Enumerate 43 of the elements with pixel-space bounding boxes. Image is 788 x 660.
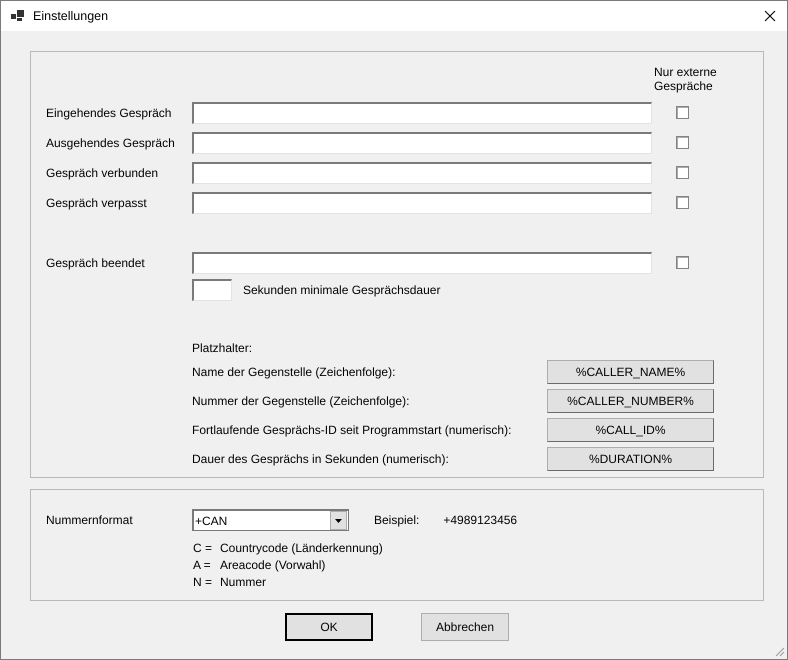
- column-header: Nur externe Gespräche: [654, 65, 718, 94]
- input-field[interactable]: [192, 252, 652, 274]
- legend-text: Nummer: [220, 575, 268, 589]
- input-field[interactable]: [192, 102, 652, 124]
- input-field[interactable]: [192, 162, 652, 184]
- app-icon: [11, 10, 25, 22]
- checkbox[interactable]: [676, 256, 689, 270]
- field-label: Ausgehendes Gespräch: [46, 136, 176, 150]
- format-dropdown[interactable]: +CAN: [192, 509, 349, 531]
- checkbox[interactable]: [676, 136, 689, 150]
- field-label: Sekunden minimale Gesprächsdauer: [243, 282, 440, 297]
- resize-grip-icon[interactable]: [773, 645, 785, 657]
- checkbox[interactable]: [676, 166, 689, 180]
- placeholder-button[interactable]: %DURATION%: [547, 446, 714, 471]
- placeholder-button[interactable]: %CALL_ID%: [547, 418, 714, 442]
- placeholder-button[interactable]: %CALLER_NUMBER%: [547, 388, 714, 413]
- field-label: Gespräch verpasst: [46, 196, 148, 210]
- section-title: Platzhalter:: [192, 340, 254, 355]
- checkbox[interactable]: [676, 196, 689, 210]
- placeholder-description: Fortlaufende Gesprächs-ID seit Programmstart (numerisch):: [192, 422, 512, 437]
- legend-key: C =: [193, 541, 220, 555]
- legend-text: Areacode (Vorwahl): [220, 558, 326, 572]
- placeholder-button[interactable]: %CALLER_NAME%: [547, 360, 714, 384]
- input-field[interactable]: [192, 192, 652, 214]
- legend-text: Countrycode (Länderkennung): [220, 541, 384, 555]
- field-label: Gespräch verbunden: [46, 166, 160, 180]
- field-label: Nummernformat: [46, 513, 134, 527]
- input-field[interactable]: [192, 132, 652, 154]
- placeholder-description: Nummer der Gegenstelle (Zeichenfolge):: [192, 394, 410, 408]
- window-title: Einstellungen: [33, 9, 110, 23]
- legend-key: A =: [193, 558, 220, 572]
- example-value: +4989123456: [443, 513, 518, 527]
- dialog-button[interactable]: Abbrechen: [421, 613, 509, 641]
- legend-key: N =: [193, 575, 220, 589]
- dialog-button[interactable]: OK: [285, 613, 373, 641]
- seconds-field[interactable]: [192, 278, 232, 301]
- placeholder-description: Dauer des Gesprächs in Sekunden (numerisch):: [192, 452, 449, 466]
- field-label: Gespräch beendet: [46, 256, 146, 270]
- placeholder-description: Name der Gegenstelle (Zeichenfolge):: [192, 364, 396, 379]
- field-label: Eingehendes Gespräch: [46, 106, 172, 120]
- checkbox[interactable]: [676, 106, 689, 120]
- close-icon[interactable]: [763, 9, 777, 23]
- example-label: Beispiel:: [374, 513, 420, 527]
